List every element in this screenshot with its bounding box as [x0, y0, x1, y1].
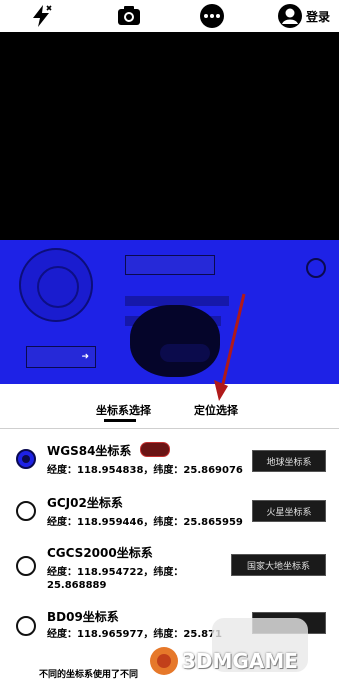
camera-switch-icon[interactable]: [116, 3, 142, 29]
coord-values: 经度：118.965977，纬度：25.871: [47, 629, 223, 640]
capture-pill[interactable]: [160, 344, 210, 362]
watermark-logo-icon: [150, 647, 178, 675]
more-icon[interactable]: [199, 3, 225, 29]
radio-bd09[interactable]: [16, 616, 36, 636]
locate-target-icon[interactable]: [306, 258, 326, 278]
footer-note: 不同的坐标系使用了不同: [39, 670, 139, 680]
radio-cgcs2000[interactable]: [16, 556, 36, 576]
login-button[interactable]: 登录: [306, 8, 330, 25]
earth-coord-button[interactable]: 地球坐标系: [252, 450, 326, 472]
watermark: 3DMGAME: [150, 646, 298, 676]
arrow-right-icon: ➜: [81, 352, 89, 362]
coord-values: 经度：118.954838，纬度：25.869076: [47, 465, 243, 476]
radio-wgs84[interactable]: [16, 449, 36, 469]
coord-name: BD09坐标系: [47, 610, 119, 624]
national-geodetic-button[interactable]: 国家大地坐标系: [231, 554, 326, 576]
coord-values-line1: 经度：118.954722，纬度：: [47, 567, 184, 578]
tab-bar: 坐标系选择 定位选择: [0, 394, 339, 428]
location-toggle-button[interactable]: ➜: [26, 346, 96, 368]
radio-gcj02[interactable]: [16, 501, 36, 521]
coord-values-line2: 25.868889: [47, 580, 107, 591]
top-toolbar: 登录: [0, 0, 339, 32]
coord-values: 经度：118.959446，纬度：25.865959: [47, 517, 243, 528]
camera-preview: [0, 32, 339, 240]
coordinate-display-box: [125, 255, 215, 275]
tab-divider: [0, 428, 339, 429]
tab-coordinate-system[interactable]: 坐标系选择: [96, 402, 151, 418]
mars-coord-button[interactable]: 火星坐标系: [252, 500, 326, 522]
watermark-text: 3DMGAME: [182, 649, 298, 673]
flash-icon[interactable]: [28, 3, 54, 29]
current-badge: [140, 442, 170, 457]
coord-name: WGS84坐标系: [47, 444, 132, 458]
coord-name: CGCS2000坐标系: [47, 546, 153, 560]
capture-overlay: [130, 305, 220, 377]
tab-location-select[interactable]: 定位选择: [194, 402, 238, 418]
compass-dial: [19, 248, 93, 322]
active-tab-indicator: [104, 419, 136, 422]
user-icon[interactable]: [277, 3, 303, 29]
coord-name: GCJ02坐标系: [47, 496, 123, 510]
